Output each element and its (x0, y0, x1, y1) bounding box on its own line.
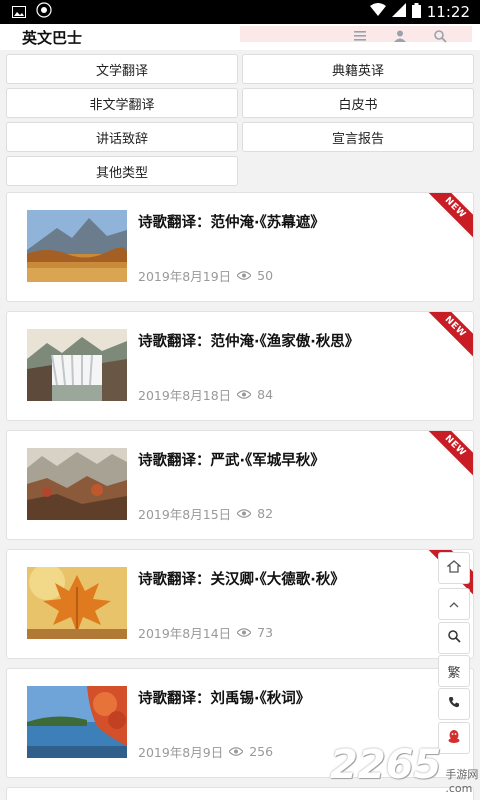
article-date: 2019年8月9日 (138, 745, 224, 760)
article-thumbnail (27, 210, 127, 282)
signal-icon (391, 3, 406, 21)
category-literary-translation[interactable]: 文学翻译 (6, 54, 238, 84)
article-views: 50 (257, 268, 274, 283)
notification-icon (36, 2, 52, 22)
article-title[interactable]: 诗歌翻译：刘禹锡·《秋词》 (138, 687, 310, 708)
arrow-up-icon (449, 597, 459, 612)
new-badge: NEW (421, 312, 473, 361)
article-thumbnail (27, 686, 127, 758)
battery-icon (411, 2, 421, 22)
article-title[interactable]: 诗歌翻译：严武·《军城早秋》 (138, 449, 325, 470)
eye-icon (229, 747, 244, 756)
article-thumbnail (27, 567, 127, 639)
site-watermark: 2265 手游网 .com (330, 742, 478, 795)
image-icon (12, 3, 26, 22)
article-title[interactable]: 诗歌翻译：范仲淹·《苏幕遮》 (138, 211, 325, 232)
article-views: 73 (257, 625, 274, 640)
watermark-number: 2265 (330, 742, 442, 788)
category-other[interactable]: 其他类型 (6, 156, 238, 186)
article-card[interactable]: 诗歌翻译：关汉卿·《大德歌·秋》 2019年8月14日 73 NEW (6, 549, 474, 659)
app-title: 英文巴士 (22, 28, 83, 47)
watermark-site: 手游网 (445, 768, 479, 781)
phone-button[interactable] (438, 688, 470, 720)
search-icon[interactable] (420, 29, 460, 43)
category-classics-translation[interactable]: 典籍英译 (242, 54, 474, 84)
article-meta: 2019年8月9日 256 (138, 742, 273, 761)
article-date: 2019年8月15日 (138, 507, 232, 522)
user-icon[interactable] (380, 30, 420, 42)
category-non-literary-translation[interactable]: 非文学翻译 (6, 88, 238, 118)
article-date: 2019年8月14日 (138, 626, 232, 641)
category-declarations-reports[interactable]: 宣言报告 (242, 122, 474, 152)
status-bar: 11:22 (0, 0, 480, 24)
back-to-top-button[interactable] (438, 588, 470, 620)
article-meta: 2019年8月15日 82 (138, 504, 273, 523)
article-meta: 2019年8月19日 50 (138, 266, 273, 285)
article-title[interactable]: 诗歌翻译：范仲淹·《渔家傲·秋思》 (138, 330, 359, 351)
article-card[interactable]: 诗歌翻译：范仲淹·《苏幕遮》 2019年8月19日 50 NEW (6, 192, 474, 302)
phone-icon (448, 696, 460, 712)
menu-icon[interactable] (340, 31, 380, 41)
eye-icon (237, 390, 252, 399)
category-white-paper[interactable]: 白皮书 (242, 88, 474, 118)
article-title[interactable]: 诗歌翻译：关汉卿·《大德歌·秋》 (138, 568, 345, 589)
article-thumbnail (27, 448, 127, 520)
article-date: 2019年8月18日 (138, 388, 232, 403)
app-header: 英文巴士 (0, 24, 480, 50)
article-card[interactable]: 诗歌翻译：严武·《军城早秋》 2019年8月15日 82 NEW (6, 430, 474, 540)
new-badge: NEW (421, 431, 473, 480)
article-card[interactable]: 诗歌翻译：范仲淹·《渔家傲·秋思》 2019年8月18日 84 NEW (6, 311, 474, 421)
article-date: 2019年8月19日 (138, 269, 232, 284)
eye-icon (237, 509, 252, 518)
article-meta: 2019年8月18日 84 (138, 385, 273, 404)
new-badge: NEW (421, 193, 473, 242)
category-speeches[interactable]: 讲话致辞 (6, 122, 238, 152)
traditional-chinese-button[interactable]: 繁 (438, 655, 470, 687)
eye-icon (237, 628, 252, 637)
article-views: 82 (257, 506, 274, 521)
search-icon (447, 629, 461, 647)
article-thumbnail (27, 329, 127, 401)
search-button[interactable] (438, 622, 470, 654)
article-meta: 2019年8月14日 73 (138, 623, 273, 642)
home-icon (446, 559, 462, 577)
eye-icon (237, 271, 252, 280)
home-button[interactable] (438, 552, 470, 584)
article-views: 84 (257, 387, 274, 402)
article-views: 256 (249, 744, 274, 759)
wifi-icon (369, 3, 386, 21)
watermark-suffix: .com (445, 782, 473, 795)
status-time: 11:22 (426, 3, 470, 21)
